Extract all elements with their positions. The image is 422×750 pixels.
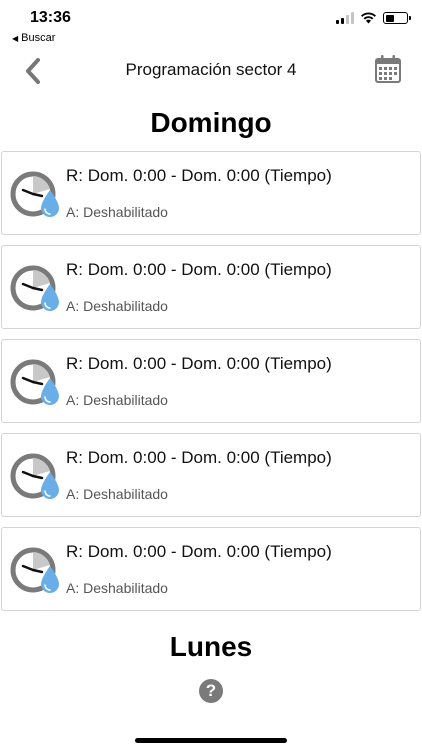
schedule-entry-card[interactable]: R: Dom. 0:00 - Dom. 0:00 (Tiempo) A: Des… bbox=[1, 339, 421, 423]
wifi-icon bbox=[361, 12, 376, 24]
schedule-entry-card[interactable]: R: Dom. 0:00 - Dom. 0:00 (Tiempo) A: Des… bbox=[1, 151, 421, 235]
entry-status: A: Deshabilitado bbox=[66, 392, 168, 408]
clock-water-icon bbox=[10, 359, 59, 405]
clock-water-icon bbox=[10, 453, 59, 499]
entry-range: R: Dom. 0:00 - Dom. 0:00 (Tiempo) bbox=[66, 166, 332, 185]
nav-bar: Programación sector 4 bbox=[0, 48, 422, 94]
entry-range: R: Dom. 0:00 - Dom. 0:00 (Tiempo) bbox=[66, 260, 332, 279]
schedule-entry-card[interactable]: R: Dom. 0:00 - Dom. 0:00 (Tiempo) A: Des… bbox=[1, 433, 421, 517]
system-icons bbox=[336, 12, 411, 24]
clock-water-icon bbox=[10, 265, 59, 311]
question-circle-icon[interactable]: ? bbox=[199, 679, 223, 703]
schedule-entry-card[interactable]: R: Dom. 0:00 - Dom. 0:00 (Tiempo) A: Des… bbox=[1, 527, 421, 611]
screen: 13:36 ◀ Buscar Programación sector 4 Dom… bbox=[0, 0, 422, 750]
home-indicator bbox=[135, 738, 287, 743]
day-header-lunes: Lunes bbox=[169, 631, 253, 662]
entry-range: R: Dom. 0:00 - Dom. 0:00 (Tiempo) bbox=[66, 542, 332, 561]
day-header-domingo: Domingo bbox=[150, 107, 272, 138]
back-triangle-icon: ◀ bbox=[12, 33, 19, 43]
clock-water-icon bbox=[10, 171, 59, 217]
back-to-app-link[interactable]: ◀ Buscar bbox=[12, 32, 55, 44]
back-to-app-label: Buscar bbox=[21, 32, 56, 44]
signal-icon bbox=[336, 12, 354, 24]
clock-water-icon bbox=[10, 547, 59, 593]
entry-range: R: Dom. 0:00 - Dom. 0:00 (Tiempo) bbox=[66, 448, 332, 467]
status-time: 13:36 bbox=[30, 9, 71, 26]
status-bar: 13:36 ◀ Buscar bbox=[0, 0, 422, 48]
entry-status: A: Deshabilitado bbox=[66, 298, 168, 314]
calendar-icon bbox=[375, 55, 401, 83]
battery-icon bbox=[383, 12, 411, 24]
calendar-button[interactable] bbox=[374, 54, 402, 84]
entry-range: R: Dom. 0:00 - Dom. 0:00 (Tiempo) bbox=[66, 354, 332, 373]
entry-status: A: Deshabilitado bbox=[66, 204, 168, 220]
entry-status: A: Deshabilitado bbox=[66, 486, 168, 502]
entry-status: A: Deshabilitado bbox=[66, 580, 168, 596]
page-title: Programación sector 4 bbox=[125, 60, 297, 79]
schedule-entry-card[interactable]: R: Dom. 0:00 - Dom. 0:00 (Tiempo) A: Des… bbox=[1, 245, 421, 329]
